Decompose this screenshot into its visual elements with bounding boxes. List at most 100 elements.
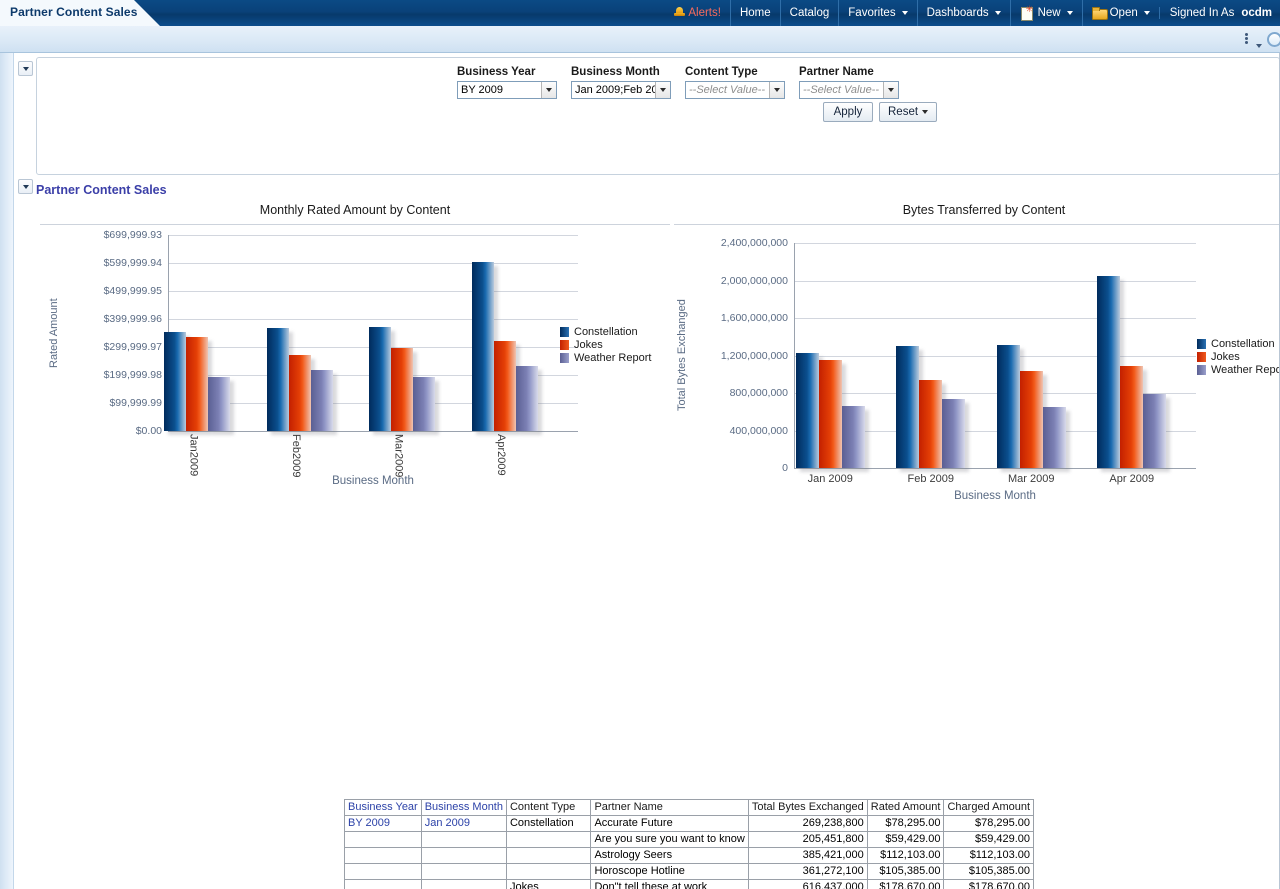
legend-item[interactable]: Jokes [560,338,651,351]
chevron-down-icon [902,11,908,15]
nav-catalog[interactable]: Catalog [780,0,839,26]
table-row: JokesDon"t tell these at work616,437,000… [345,880,1034,889]
nav-favorites[interactable]: Favorites [838,0,916,26]
nav-dashboards[interactable]: Dashboards [917,0,1010,26]
bar-constellation-2[interactable] [369,327,391,431]
bar-weather-report-3[interactable] [1143,394,1166,468]
partner-content-sales-table: Business YearBusiness MonthContent TypeP… [344,799,1034,889]
chevron-down-icon[interactable] [883,82,898,98]
bar-weather-report-1[interactable] [311,370,333,431]
bar-weather-report-3[interactable] [516,366,538,431]
cell-business-year [345,880,422,889]
signed-in-as[interactable]: Signed In As ocdm [1159,7,1278,19]
bar-weather-report-0[interactable] [208,377,230,431]
new-page-icon [1020,7,1034,19]
bar-body [1143,394,1166,468]
cell-business-year[interactable]: BY 2009 [345,816,422,832]
bar-jokes-2[interactable] [391,348,413,431]
legend-item[interactable]: Weather Report [1197,363,1280,376]
bar-weather-report-2[interactable] [413,377,435,431]
bar-jokes-1[interactable] [919,380,942,468]
content-type-select[interactable]: --Select Value-- [685,81,785,99]
prompt-content-type: Content Type --Select Value-- [685,66,785,99]
legend-swatch-icon [1197,339,1206,349]
table-column-header[interactable]: Charged Amount [944,800,1034,816]
business-month-select[interactable]: Jan 2009;Feb 200 [571,81,671,99]
cell-business-month [421,880,506,889]
plot2-y-tick: 1,200,000,000 [721,350,788,362]
chart1-plot: Rated Amount$699,999.93$599,999.94$499,9… [40,225,670,495]
bar-body [942,399,965,468]
table-column-header[interactable]: Business Month [421,800,506,816]
bar-constellation-3[interactable] [472,262,494,431]
bar-constellation-0[interactable] [796,353,819,468]
bar-constellation-1[interactable] [896,346,919,468]
bar-constellation-3[interactable] [1097,276,1120,468]
chart-bytes-transferred: Bytes Transferred by Content Total Bytes… [674,203,1280,515]
chevron-down-icon[interactable] [769,82,784,98]
plot1-x-axis-title: Business Month [332,475,414,487]
cell-charged-amount: $112,103.00 [944,848,1034,864]
reset-button[interactable]: Reset [879,102,937,122]
bar-body [208,377,230,431]
apply-button[interactable]: Apply [823,102,873,122]
cell-business-month[interactable]: Jan 2009 [421,816,506,832]
plot1-y-tick: $499,999.95 [104,285,162,297]
nav-open[interactable]: Open [1082,0,1159,26]
bar-body [311,370,333,431]
table-column-header[interactable]: Business Year [345,800,422,816]
legend-item[interactable]: Constellation [560,325,651,338]
help-circle-icon[interactable] [1267,32,1280,47]
dashboard-content: Business Year BY 2009 Business Month Jan… [14,53,1280,889]
cell-content-type [506,832,590,848]
cell-total-bytes: 616,437,000 [748,880,867,889]
bar-weather-report-1[interactable] [942,399,965,468]
bar-jokes-0[interactable] [186,337,208,431]
report-collapse-button[interactable] [18,179,33,194]
bar-jokes-1[interactable] [289,355,311,431]
legend-label: Jokes [574,339,603,351]
cell-rated-amount: $59,429.00 [867,832,944,848]
content-type-label: Content Type [685,66,785,78]
business-year-select[interactable]: BY 2009 [457,81,557,99]
chevron-down-icon [995,11,1001,15]
apply-button-label: Apply [834,106,863,118]
prompts-collapse-button[interactable] [18,61,33,76]
bar-constellation-1[interactable] [267,328,289,431]
plot1-y-axis-title: Rated Amount [48,235,60,431]
plot1-y-tick: $399,999.96 [104,313,162,325]
gridline [168,319,578,320]
plot2-x-tick: Jan 2009 [808,473,853,485]
gridline [794,356,1196,357]
page-tab[interactable]: Partner Content Sales [0,0,160,26]
plot2-y-tick: 1,600,000,000 [721,312,788,324]
table-column-header[interactable]: Total Bytes Exchanged [748,800,867,816]
bar-weather-report-2[interactable] [1043,407,1066,468]
legend-item[interactable]: Constellation [1197,337,1280,350]
bar-constellation-0[interactable] [164,332,186,431]
alerts-link[interactable]: Alerts! [668,0,730,26]
legend-item[interactable]: Weather Report [560,351,651,364]
legend-label: Weather Report [1211,364,1280,376]
page-options-icon[interactable] [1245,32,1261,47]
legend-swatch-icon [560,340,569,350]
chevron-down-icon [1144,11,1150,15]
bar-jokes-2[interactable] [1020,371,1043,468]
table-column-header[interactable]: Content Type [506,800,590,816]
chevron-down-icon[interactable] [655,82,670,98]
chevron-down-icon[interactable] [541,82,556,98]
partner-name-select[interactable]: --Select Value-- [799,81,899,99]
prompt-partner-name: Partner Name --Select Value-- [799,66,899,99]
nav-new[interactable]: New [1010,0,1082,26]
table-column-header[interactable]: Rated Amount [867,800,944,816]
bar-body [819,360,842,468]
bar-weather-report-0[interactable] [842,406,865,468]
table-column-header[interactable]: Partner Name [591,800,748,816]
bar-jokes-0[interactable] [819,360,842,468]
bar-jokes-3[interactable] [494,341,516,431]
bar-jokes-3[interactable] [1120,366,1143,468]
plot2-x-tick: Apr 2009 [1109,473,1154,485]
nav-home[interactable]: Home [730,0,780,26]
legend-item[interactable]: Jokes [1197,350,1280,363]
bar-constellation-2[interactable] [997,345,1020,468]
